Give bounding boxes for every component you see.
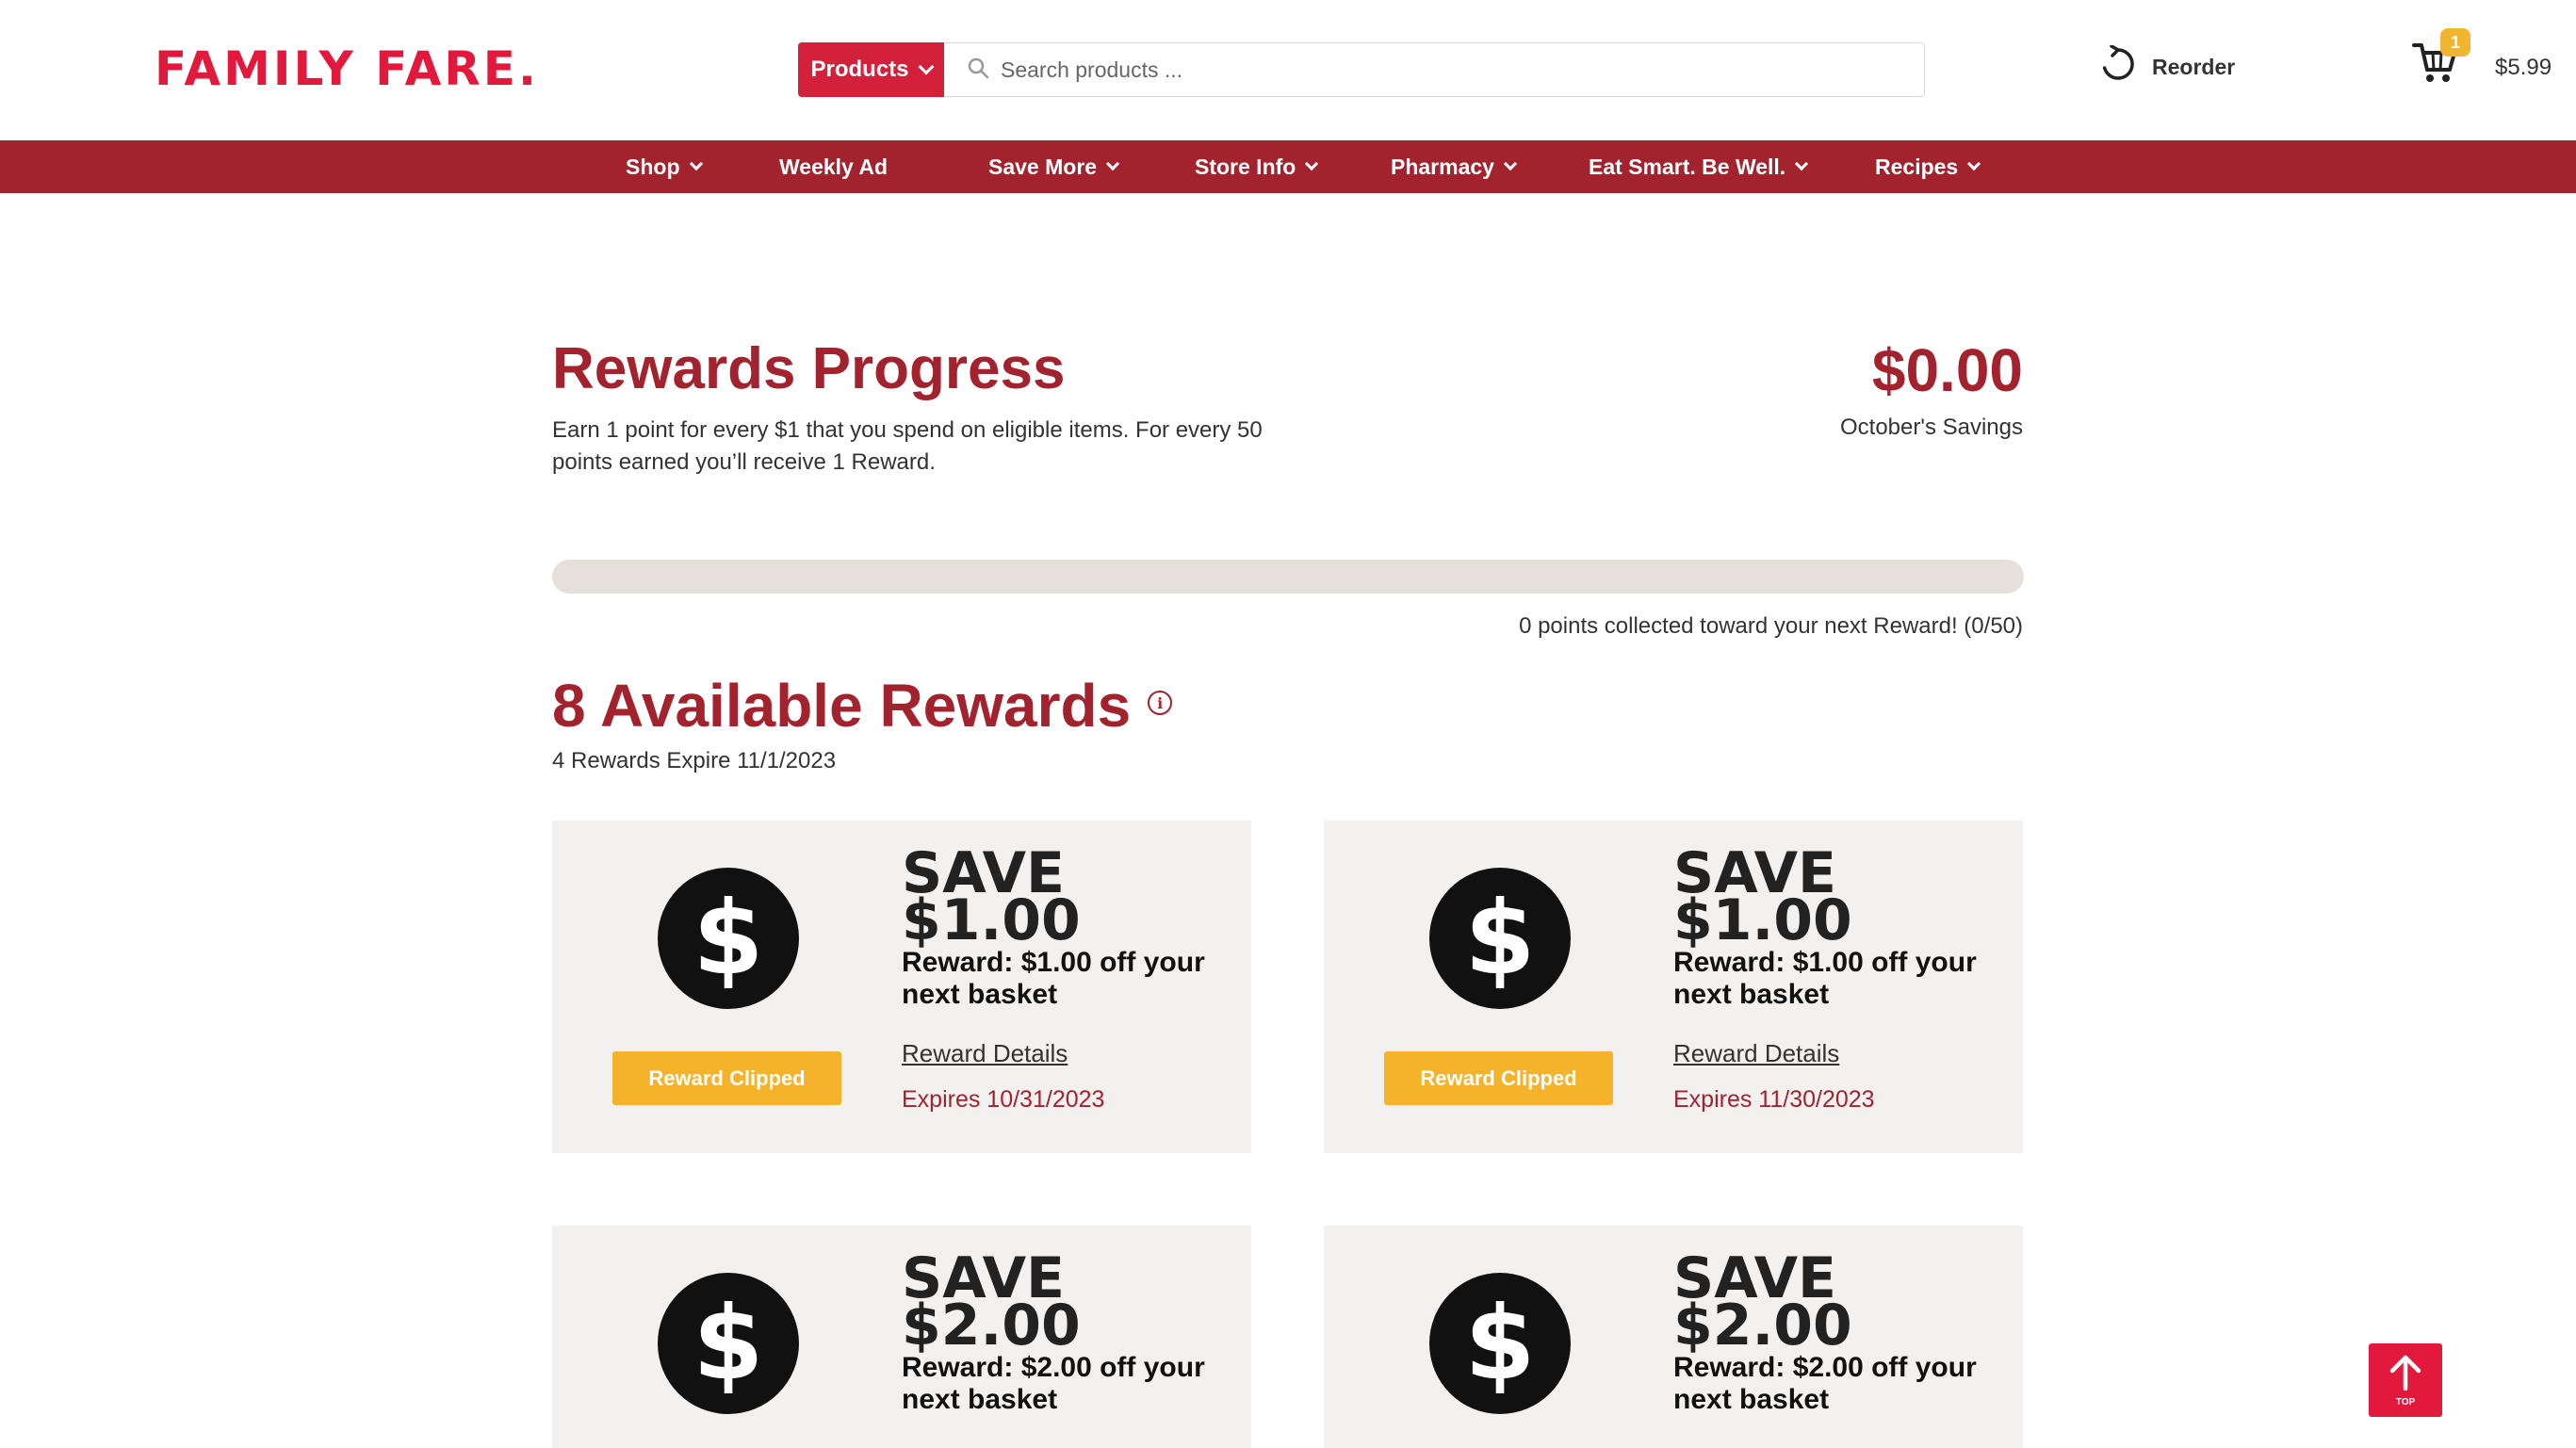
page-title: Rewards Progress: [552, 336, 1066, 401]
expire-note: 4 Rewards Expire 11/1/2023: [552, 748, 837, 773]
search-input[interactable]: [1001, 57, 1849, 83]
reward-description: Reward: $2.00 off your next basket: [902, 1352, 1205, 1415]
chevron-down-icon: [689, 156, 703, 171]
site-header: FAMILY FARE. Products Reorder 1 $5.99: [0, 0, 2576, 140]
dollar-coin-icon: $: [658, 1273, 799, 1414]
reward-details-link[interactable]: Reward Details: [902, 1039, 1068, 1068]
reward-expiry: Expires 11/30/2023: [1673, 1086, 1875, 1113]
nav-item-pharmacy[interactable]: Pharmacy: [1391, 140, 1518, 193]
search-field[interactable]: [944, 42, 1925, 97]
back-to-top-button[interactable]: TOP: [2369, 1343, 2442, 1417]
nav-item-shop[interactable]: Shop: [626, 140, 703, 193]
chevron-down-icon: [1105, 156, 1120, 171]
reward-amount: $1.00: [902, 887, 1081, 953]
reward-details-link[interactable]: Reward Details: [1673, 1039, 1839, 1068]
chevron-down-icon: [1967, 156, 1981, 171]
shopping-cart-icon: [2412, 43, 2457, 89]
cart-count-badge: 1: [2440, 28, 2470, 57]
chevron-down-icon: [1503, 156, 1518, 171]
products-dropdown-button[interactable]: Products: [798, 42, 944, 97]
nav-item-weekly-ad[interactable]: Weekly Ad: [779, 140, 888, 193]
family-fare-logo[interactable]: FAMILY FARE.: [155, 41, 539, 96]
chevron-down-icon: [1795, 156, 1809, 171]
reorder-button[interactable]: Reorder: [2099, 44, 2236, 89]
dollar-coin-icon: $: [1429, 1273, 1571, 1414]
nav-item-store-info[interactable]: Store Info: [1195, 140, 1319, 193]
progress-status-text: 0 points collected toward your next Rewa…: [1519, 613, 2023, 639]
reorder-icon: [2099, 44, 2137, 89]
reward-card: $ SAVE $2.00 Reward: $2.00 off your next…: [1324, 1226, 2023, 1448]
products-label: Products: [810, 57, 909, 82]
reward-card: $ Reward Clipped SAVE $1.00 Reward: $1.0…: [1324, 821, 2023, 1153]
available-rewards-heading: 8 Available Rewards i: [552, 671, 1173, 740]
monthly-savings-amount: $0.00: [1871, 336, 2023, 404]
arrow-up-icon: [2387, 1353, 2424, 1395]
reward-clipped-button[interactable]: Reward Clipped: [612, 1051, 841, 1105]
reward-description: Reward: $1.00 off your next basket: [902, 947, 1205, 1010]
nav-item-recipes[interactable]: Recipes: [1875, 140, 1981, 193]
reward-amount: $1.00: [1673, 887, 1852, 953]
cart-total[interactable]: $5.99: [2495, 55, 2552, 81]
chevron-down-icon: [918, 58, 934, 75]
rewards-progress-bar: [552, 560, 2024, 594]
search-bar: Products: [798, 42, 1925, 97]
reward-amount: $2.00: [1673, 1293, 1852, 1359]
back-to-top-label: TOP: [2395, 1397, 2416, 1407]
chevron-down-icon: [1305, 156, 1319, 171]
main-nav: Shop Weekly Ad Save More Store Info Phar…: [0, 140, 2576, 193]
nav-item-save-more[interactable]: Save More: [988, 140, 1120, 193]
rewards-description: Earn 1 point for every $1 that you spend…: [552, 417, 1263, 475]
reward-card: $ SAVE $2.00 Reward: $2.00 off your next…: [552, 1226, 1251, 1448]
info-icon[interactable]: i: [1148, 691, 1173, 715]
reward-clipped-button[interactable]: Reward Clipped: [1384, 1051, 1613, 1105]
reward-description: Reward: $2.00 off your next basket: [1673, 1352, 1977, 1415]
reward-card: $ Reward Clipped SAVE $1.00 Reward: $1.0…: [552, 821, 1251, 1153]
dollar-coin-icon: $: [1429, 868, 1571, 1009]
reward-amount: $2.00: [902, 1293, 1081, 1359]
reward-expiry: Expires 10/31/2023: [902, 1086, 1105, 1113]
nav-item-eat-smart[interactable]: Eat Smart. Be Well.: [1589, 140, 1809, 193]
reward-description: Reward: $1.00 off your next basket: [1673, 947, 1977, 1010]
reorder-label: Reorder: [2152, 54, 2236, 79]
dollar-coin-icon: $: [658, 868, 799, 1009]
monthly-savings-label: October's Savings: [1839, 415, 2023, 440]
search-icon: [967, 57, 989, 84]
